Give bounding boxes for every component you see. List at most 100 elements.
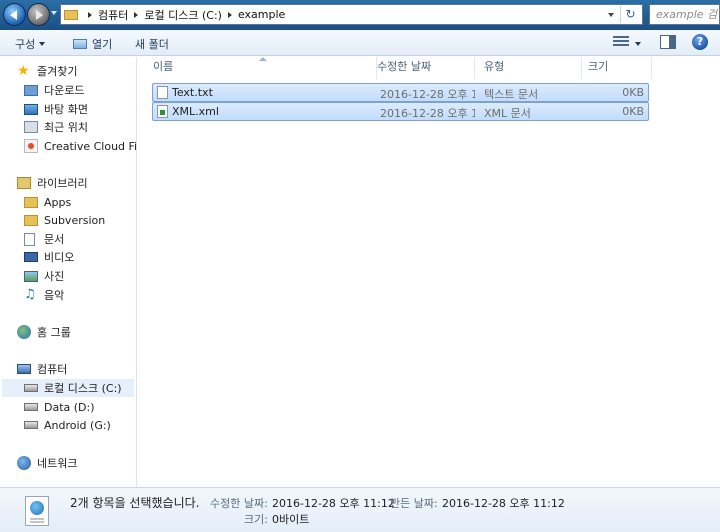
column-header-modified[interactable]: 수정한 날짜 (371, 57, 475, 79)
desktop-icon (24, 103, 38, 115)
nav-network[interactable]: 네트워크 (17, 454, 77, 472)
nav-item-desktop[interactable]: 바탕 화면 (24, 100, 88, 118)
file-modified: 2016-12-28 오후 1... (380, 107, 475, 120)
star-icon: ★ (17, 63, 30, 79)
drive-icon (24, 421, 38, 429)
file-modified: 2016-12-28 오후 1... (380, 88, 475, 101)
nav-item-videos[interactable]: 비디오 (24, 248, 74, 266)
open-button[interactable]: 열기 (73, 36, 112, 52)
xml-file-icon (157, 105, 168, 118)
open-icon (73, 39, 87, 49)
open-label: 열기 (92, 38, 113, 51)
nav-item-documents[interactable]: 문서 (24, 230, 64, 248)
nav-homegroup[interactable]: 홈 그룹 (17, 323, 71, 341)
text-file-icon (157, 86, 168, 99)
drive-icon (24, 384, 38, 392)
created-date-value: 2016-12-28 오후 11:12 (442, 497, 565, 510)
command-bar: 구성 열기 새 폴더 ? (0, 30, 720, 56)
recent-pages-dropdown[interactable] (51, 11, 57, 15)
back-button[interactable] (3, 3, 26, 26)
library-icon (17, 177, 31, 189)
nav-label: 로컬 디스크 (C:) (44, 382, 122, 395)
nav-item-downloads[interactable]: 다운로드 (24, 81, 84, 99)
navigation-pane: ★ 즐겨찾기 다운로드 바탕 화면 최근 위치 Creative Cloud F… (0, 57, 137, 487)
organize-button[interactable]: 구성 (15, 36, 46, 52)
nav-item-music[interactable]: ♫ 음악 (24, 286, 64, 304)
sort-ascending-icon (259, 57, 267, 61)
forward-button[interactable] (27, 3, 50, 26)
multiple-files-icon (25, 496, 49, 526)
size-value: 0바이트 (272, 513, 310, 526)
nav-item-local-disk-c[interactable]: 로컬 디스크 (C:) (2, 379, 134, 397)
nav-computer[interactable]: 컴퓨터 (17, 360, 67, 378)
documents-icon (24, 232, 35, 246)
nav-label: 즐겨찾기 (37, 65, 78, 78)
breadcrumb-separator-icon[interactable] (88, 11, 92, 18)
nav-item-creative-cloud[interactable]: Creative Cloud Files (24, 137, 137, 155)
selection-count-text: 2개 항목을 선택했습니다. (70, 496, 200, 510)
music-icon: ♫ (24, 287, 36, 302)
created-date-label: 만든 날짜: (390, 497, 438, 510)
nav-label: Creative Cloud Files (44, 139, 137, 153)
address-input[interactable]: 컴퓨터 로컬 디스크 (C:) example ↻ (60, 4, 643, 25)
help-button[interactable]: ? (692, 34, 708, 50)
nav-item-recent-places[interactable]: 최근 위치 (24, 118, 88, 136)
file-name: Text.txt (172, 86, 213, 99)
nav-item-apps[interactable]: Apps (24, 193, 71, 211)
file-list[interactable]: 이름 수정한 날짜 유형 크기 Text.txt 2016-12-28 오후 1… (137, 57, 720, 487)
breadcrumb-separator-icon[interactable] (134, 11, 139, 18)
nav-item-pictures[interactable]: 사진 (24, 267, 64, 285)
file-type: XML 문서 (484, 107, 531, 120)
breadcrumb-example[interactable]: example (238, 8, 285, 21)
view-options-dropdown[interactable] (635, 42, 641, 46)
file-size: 0KB (622, 86, 644, 99)
nav-item-data-d[interactable]: Data (D:) (24, 398, 95, 416)
pictures-icon (24, 270, 38, 282)
nav-label: Data (D:) (44, 400, 95, 414)
organize-label: 구성 (15, 38, 36, 51)
breadcrumb-local-disk[interactable]: 로컬 디스크 (C:) (144, 7, 222, 23)
file-row-xml-xml[interactable]: XML.xml 2016-12-28 오후 1... XML 문서 0KB (152, 102, 649, 121)
modified-date-label: 수정한 날짜: (210, 497, 268, 510)
nav-label: 라이브러리 (37, 177, 88, 190)
nav-label: 최근 위치 (44, 121, 88, 134)
nav-label: 바탕 화면 (44, 103, 88, 116)
size-label: 크기: (244, 513, 268, 526)
nav-libraries[interactable]: 라이브러리 (17, 174, 88, 192)
network-icon (17, 456, 31, 470)
forward-arrow-icon (36, 9, 43, 20)
modified-date-value: 2016-12-28 오후 11:12 (272, 497, 395, 510)
nav-item-subversion[interactable]: Subversion (24, 211, 105, 229)
folder-icon (64, 9, 78, 20)
video-icon (24, 252, 38, 262)
column-header-type[interactable]: 유형 (478, 57, 582, 79)
column-header-size[interactable]: 크기 (582, 57, 652, 79)
change-view-button[interactable] (613, 36, 629, 49)
nav-item-android-g[interactable]: Android (G:) (24, 416, 111, 434)
preview-pane-button[interactable] (660, 35, 676, 49)
back-arrow-icon (10, 9, 17, 20)
computer-icon (17, 364, 31, 374)
new-folder-button[interactable]: 새 폴더 (135, 36, 169, 52)
nav-label: Subversion (44, 213, 106, 227)
nav-label: 다운로드 (44, 84, 85, 97)
nav-favorites[interactable]: ★ 즐겨찾기 (17, 62, 77, 80)
address-history-dropdown[interactable] (608, 13, 614, 17)
search-input[interactable]: example 검색 (649, 4, 720, 25)
breadcrumb-computer[interactable]: 컴퓨터 (98, 7, 128, 23)
nav-label: 홈 그룹 (37, 326, 71, 339)
chevron-down-icon (39, 42, 46, 46)
breadcrumb-separator-icon[interactable] (227, 11, 232, 18)
recent-places-icon (24, 121, 38, 133)
homegroup-icon (17, 325, 31, 339)
file-size: 0KB (622, 105, 644, 118)
file-name: XML.xml (172, 105, 219, 118)
address-bar-area: 컴퓨터 로컬 디스크 (C:) example ↻ example 검색 (0, 0, 720, 30)
nav-label: Android (G:) (44, 418, 111, 432)
creative-cloud-icon (24, 139, 38, 153)
drive-icon (24, 403, 38, 411)
file-type: 텍스트 문서 (484, 88, 539, 101)
refresh-button[interactable]: ↻ (620, 6, 640, 23)
new-folder-label: 새 폴더 (135, 38, 169, 51)
file-row-text-txt[interactable]: Text.txt 2016-12-28 오후 1... 텍스트 문서 0KB (152, 83, 649, 102)
